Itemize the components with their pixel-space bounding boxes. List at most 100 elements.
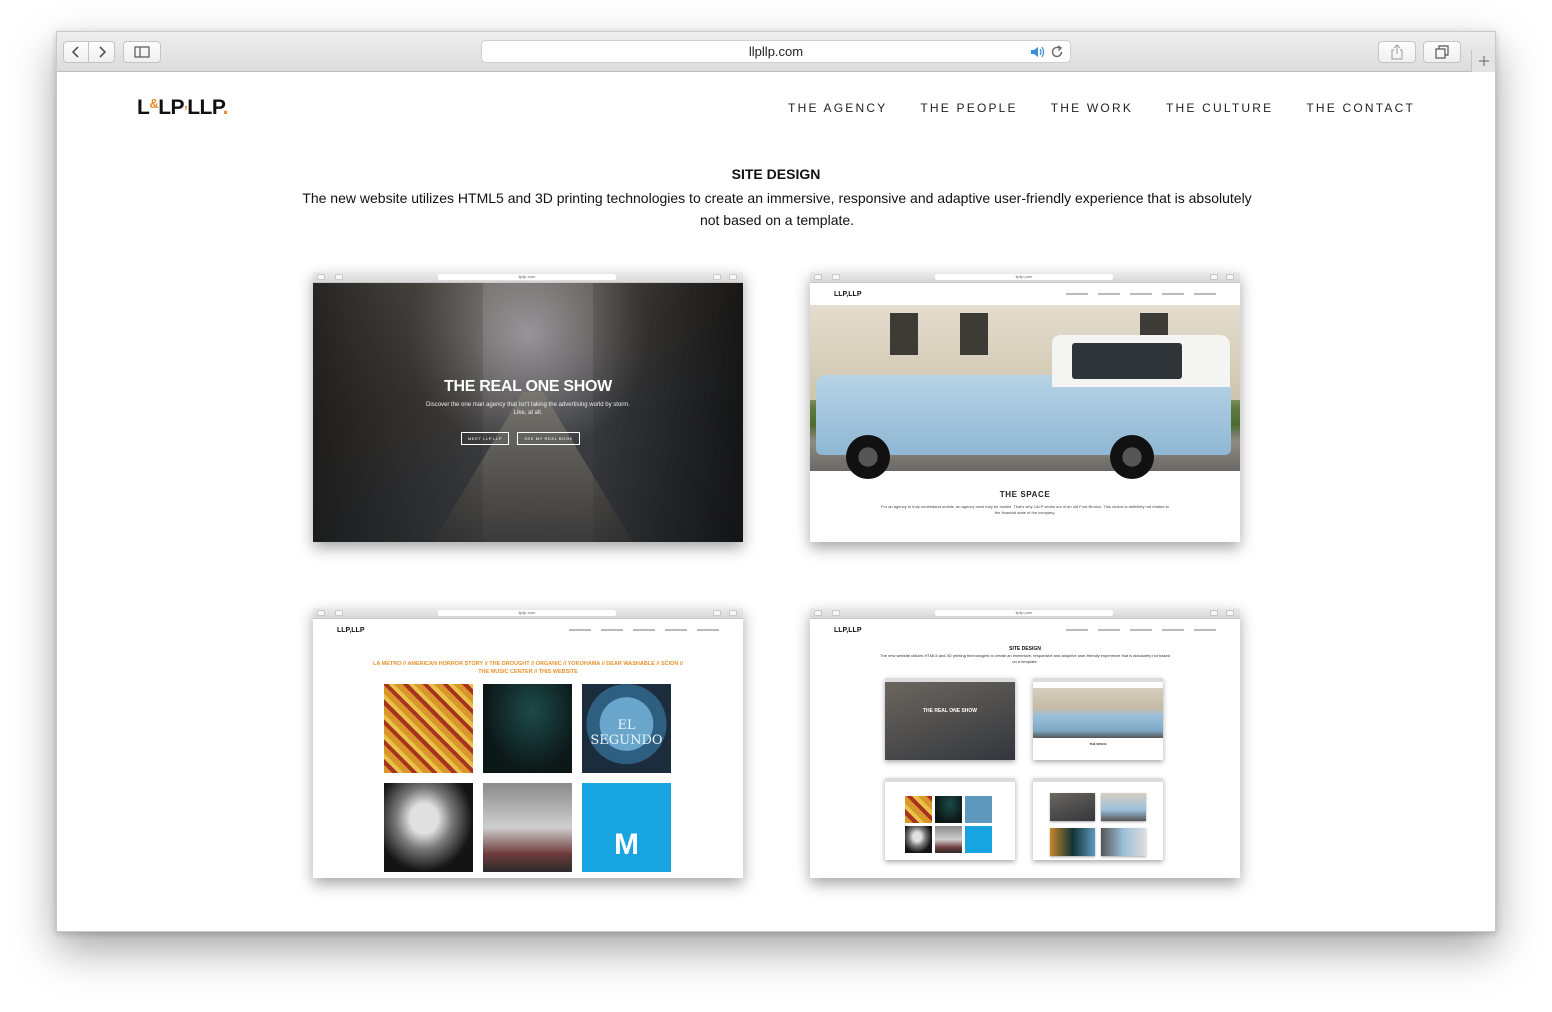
mini-tabs	[1226, 274, 1234, 280]
nav-the-contact[interactable]: THE CONTACT	[1306, 101, 1415, 115]
nav-the-agency[interactable]: THE AGENCY	[788, 101, 887, 115]
back-button[interactable]	[63, 41, 89, 63]
mini-share	[1210, 610, 1218, 616]
mini-sidebar	[832, 610, 840, 616]
main-nav: THE AGENCY THE PEOPLE THE WORK THE CULTU…	[788, 101, 1415, 115]
mini-logo: LLP,LLP	[337, 627, 365, 634]
reload-icon[interactable]	[1050, 44, 1064, 65]
mini-logo: LLP,LLP	[834, 291, 862, 298]
chevron-left-icon	[71, 46, 79, 58]
mini-toolbar: llpllp.com	[810, 272, 1240, 283]
screenshot-culture[interactable]: llpllp.com LLP,LLP THE SPACE For an agen…	[810, 272, 1240, 542]
nav-the-culture[interactable]: THE CULTURE	[1166, 101, 1273, 115]
nav-the-work[interactable]: THE WORK	[1051, 101, 1133, 115]
nested-site-design	[1033, 778, 1163, 860]
work-tile-garage	[483, 783, 572, 872]
share-button[interactable]	[1378, 41, 1416, 63]
chevron-right-icon	[98, 46, 106, 58]
mini-back	[317, 610, 325, 616]
mini-back	[814, 610, 822, 616]
mini-url: llpllp.com	[438, 610, 616, 616]
truck-wheel	[1110, 435, 1154, 479]
mini-nav	[1066, 629, 1216, 631]
mini-share	[713, 274, 721, 280]
mini-url: llpllp.com	[935, 610, 1113, 616]
mini-back	[814, 274, 822, 280]
share-icon	[1391, 44, 1403, 60]
mini-toolbar: llpllp.com	[313, 608, 743, 619]
nested-desc: The new website utilizes HTML5 and 3D pr…	[880, 653, 1170, 664]
mini-toolbar: llpllp.com	[313, 272, 743, 283]
nested-space-title: THE SPACE	[1089, 742, 1107, 746]
mini-sidebar	[335, 610, 343, 616]
mini-back	[317, 274, 325, 280]
page-content: L&LP,LLP. THE AGENCY THE PEOPLE THE WORK…	[57, 72, 1495, 932]
mini-header: LLP,LLP	[810, 619, 1240, 641]
tile-letter: M	[614, 828, 639, 861]
mini-sidebar	[832, 274, 840, 280]
nested-home: THE REAL ONE SHOW	[885, 678, 1015, 760]
building-window	[890, 313, 918, 355]
nested-title: SITE DESIGN	[1009, 646, 1041, 652]
tabs-button[interactable]	[1423, 41, 1461, 63]
address-bar[interactable]: llpllp.com	[481, 40, 1071, 63]
sidebar-icon	[134, 46, 150, 58]
hero-title: THE REAL ONE SHOW	[444, 378, 612, 395]
hero-subtitle: Discover the one man agency that isn't t…	[426, 402, 630, 416]
work-links: LA METRO // AMERICAN HORROR STORY // THE…	[373, 661, 683, 675]
forward-button[interactable]	[89, 41, 115, 63]
book-button: SEE MY REAL BOOK	[517, 432, 580, 445]
nested-work	[885, 778, 1015, 860]
mini-tabs	[1226, 610, 1234, 616]
address-url: llpllp.com	[748, 44, 804, 59]
building-window	[960, 313, 988, 355]
truck-window	[1072, 343, 1182, 379]
mini-logo: LLP,LLP	[834, 627, 862, 634]
logo-part2: LP	[158, 96, 185, 119]
space-heading: THE SPACE	[999, 490, 1051, 499]
space-body: For an agency to truly understand mobile…	[881, 504, 1169, 515]
work-tile-water-tower: EL SEGUNDO	[582, 684, 671, 773]
work-tile-traffic	[384, 684, 473, 773]
nested-culture: THE SPACE	[1033, 678, 1163, 760]
mini-tabs	[729, 610, 737, 616]
section-title: SITE DESIGN	[731, 166, 821, 182]
work-tile-metro: M	[582, 783, 671, 872]
mini-tabs	[729, 274, 737, 280]
meet-button: MEET LLP,LLP	[461, 432, 510, 445]
section-description: The new website utilizes HTML5 and 3D pr…	[302, 190, 1252, 228]
truck-wheel	[846, 435, 890, 479]
sidebar-button[interactable]	[123, 41, 161, 63]
logo-part3: LLP	[187, 96, 223, 119]
screenshot-home[interactable]: llpllp.com THE REAL ONE SHOW Discover th…	[313, 272, 743, 542]
logo-part1: L	[137, 96, 150, 119]
screenshot-site-design[interactable]: llpllp.com LLP,LLP SITE DESIGN The new w…	[810, 608, 1240, 878]
mini-header: LLP,LLP	[810, 283, 1240, 305]
screenshot-work[interactable]: llpllp.com LLP,LLP LA METRO // AMERICAN …	[313, 608, 743, 878]
site-logo[interactable]: L&LP,LLP.	[137, 96, 229, 120]
mini-share	[713, 610, 721, 616]
bronco-photo	[810, 305, 1240, 479]
tile-text: EL SEGUNDO	[590, 718, 663, 748]
work-tile-horror	[483, 684, 572, 773]
mini-sidebar	[335, 274, 343, 280]
city-hero-image: THE REAL ONE SHOW Discover the one man a…	[313, 283, 743, 542]
mini-url: llpllp.com	[438, 274, 616, 280]
plus-icon	[1478, 56, 1489, 66]
mini-nav	[569, 629, 719, 631]
browser-toolbar: llpllp.com	[57, 32, 1495, 72]
logo-dot: .	[222, 96, 229, 119]
mini-url: llpllp.com	[935, 274, 1113, 280]
new-tab-button[interactable]	[1471, 50, 1495, 72]
work-grid: EL SEGUNDO M	[384, 684, 671, 872]
mini-header: LLP,LLP	[313, 619, 743, 641]
nav-the-people[interactable]: THE PEOPLE	[920, 101, 1017, 115]
tabs-icon	[1435, 45, 1449, 59]
mini-nav	[1066, 293, 1216, 295]
mini-share	[1210, 274, 1218, 280]
mini-toolbar: llpllp.com	[810, 608, 1240, 619]
browser-window: llpllp.com L&LP,LLP. THE AGENCY THE PEOP…	[56, 31, 1496, 932]
speaker-icon[interactable]	[1029, 44, 1045, 65]
nested-hero-title: THE REAL ONE SHOW	[922, 708, 978, 714]
logo-ampersand: &	[149, 96, 159, 111]
